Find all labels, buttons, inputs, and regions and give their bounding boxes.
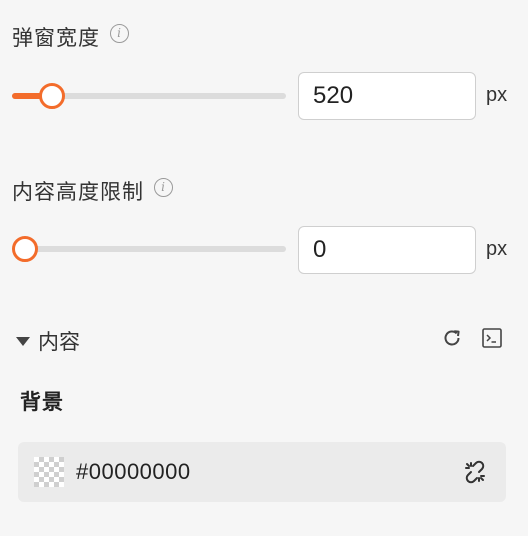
slider-thumb[interactable] bbox=[39, 83, 65, 109]
properties-panel: 弹窗宽度 i px 内容高度限制 i px 内容 bbox=[0, 0, 528, 536]
popup-width-label-text: 弹窗宽度 bbox=[12, 27, 100, 50]
content-height-input[interactable] bbox=[298, 226, 476, 274]
content-height-slider[interactable] bbox=[12, 233, 286, 265]
section-actions bbox=[440, 326, 504, 350]
refresh-icon[interactable] bbox=[440, 326, 464, 350]
code-icon[interactable] bbox=[480, 326, 504, 350]
info-icon[interactable]: i bbox=[154, 177, 173, 197]
unlink-icon[interactable] bbox=[460, 457, 490, 487]
popup-width-input[interactable] bbox=[298, 72, 476, 120]
background-color-field[interactable]: #00000000 bbox=[18, 442, 506, 502]
slider-thumb[interactable] bbox=[12, 236, 38, 262]
transparency-swatch[interactable] bbox=[34, 457, 64, 487]
background-label: 背景 bbox=[20, 391, 64, 414]
popup-width-unit: px bbox=[486, 84, 508, 106]
content-section-title: 内容 bbox=[38, 331, 80, 354]
content-height-limit-label: 内容高度限制 i bbox=[12, 176, 173, 206]
content-height-limit-label-text: 内容高度限制 bbox=[12, 181, 144, 204]
background-color-value[interactable]: #00000000 bbox=[76, 459, 460, 485]
popup-width-slider[interactable] bbox=[12, 80, 286, 112]
content-height-unit: px bbox=[486, 238, 508, 260]
content-section-toggle[interactable]: 内容 bbox=[16, 326, 80, 356]
info-icon[interactable]: i bbox=[110, 23, 129, 43]
caret-down-icon bbox=[16, 336, 30, 346]
popup-width-label: 弹窗宽度 i bbox=[12, 22, 129, 52]
slider-track[interactable] bbox=[12, 246, 286, 252]
